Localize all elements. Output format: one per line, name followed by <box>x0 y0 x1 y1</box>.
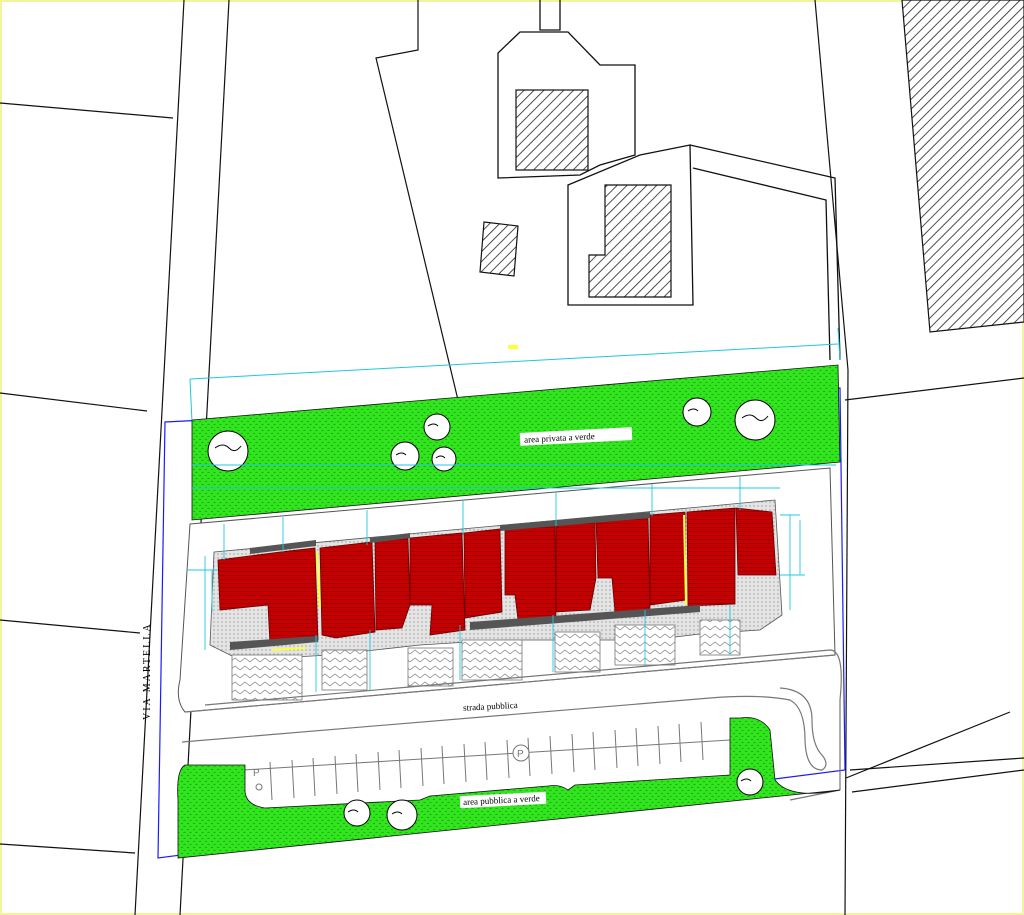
disabled-parking-symbol: P <box>253 768 260 779</box>
disabled-parking-icon: P <box>253 768 263 791</box>
roof-unit <box>649 511 687 606</box>
roof-unit <box>463 528 503 619</box>
site-plan: area privata a verde strada pubblica P P… <box>0 0 1024 915</box>
tree-icon <box>431 446 457 472</box>
roof-unit <box>374 537 411 631</box>
parking-sign-icon: P <box>512 744 530 762</box>
tree-icon <box>423 413 451 441</box>
hatched-building <box>901 0 1024 333</box>
tree-icon <box>736 768 764 796</box>
dimension-tag <box>508 345 518 349</box>
tree-icon <box>386 799 418 831</box>
public-road-label: strada pubblica <box>459 698 536 714</box>
tree-icon <box>343 799 371 827</box>
tree-icon <box>390 441 420 471</box>
hatched-building <box>515 89 589 171</box>
roof-unit <box>555 519 597 613</box>
hatched-building <box>588 184 672 298</box>
tree-icon <box>682 397 712 427</box>
hatched-building <box>479 221 519 277</box>
parking-symbol: P <box>517 749 524 760</box>
roof-unit <box>735 507 777 576</box>
roof-unit <box>686 507 736 607</box>
existing-buildings <box>497 0 841 361</box>
roof-unit <box>319 541 376 639</box>
tree-icon <box>734 399 776 441</box>
street-name: VIA MARTELLA <box>142 622 153 720</box>
